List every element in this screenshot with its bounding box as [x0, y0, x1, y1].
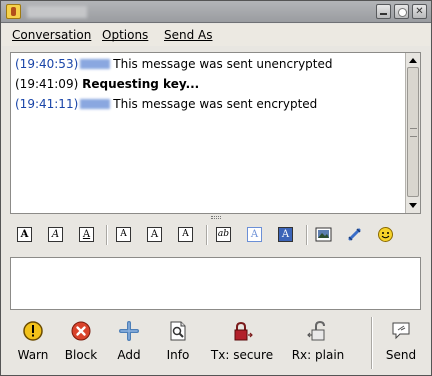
send-button[interactable]: Send: [383, 313, 419, 373]
info-button[interactable]: Info: [161, 313, 195, 373]
block-icon: [70, 320, 92, 342]
toolbar-separator: [306, 225, 308, 245]
log-line: (19:40:53) This message was sent unencryp…: [15, 57, 333, 71]
font-face-button[interactable]: ab: [216, 227, 231, 242]
close-button[interactable]: ✕: [412, 4, 427, 19]
larger-font-button[interactable]: A: [116, 227, 131, 242]
smaller-font-button[interactable]: A: [178, 227, 193, 242]
timestamp: (19:40:53): [15, 57, 79, 71]
conversation-window: ✕ Conversation Options Send As (19:40:53…: [0, 0, 432, 376]
message-input[interactable]: [10, 257, 421, 310]
add-icon: [118, 320, 140, 342]
scroll-up-icon[interactable]: [409, 58, 417, 63]
block-button[interactable]: Block: [60, 313, 102, 373]
bold-button[interactable]: A: [17, 227, 32, 242]
add-label: Add: [117, 348, 141, 362]
formatting-toolbar: A A A A A A ab A A: [10, 222, 421, 248]
smiley-icon[interactable]: [377, 226, 394, 243]
scroll-down-icon[interactable]: [409, 203, 417, 208]
send-icon: [390, 320, 412, 342]
block-label: Block: [64, 348, 98, 362]
message-text: This message was sent unencrypted: [113, 57, 333, 71]
timestamp: (19:41:09): [15, 77, 79, 91]
minimize-button[interactable]: [376, 4, 391, 19]
foreground-color-button[interactable]: A: [247, 227, 262, 242]
nickname-blurred: [80, 59, 111, 69]
toolbar-separator: [206, 225, 208, 245]
nickname-blurred: [80, 99, 111, 109]
maximize-button[interactable]: [394, 4, 409, 19]
log-line: (19:41:11) This message was sent encrypte…: [15, 97, 317, 111]
message-text: Requesting key...: [82, 77, 200, 91]
title-bar[interactable]: ✕: [1, 1, 431, 23]
timestamp: (19:41:11): [15, 97, 79, 111]
action-toolbar: Warn Block Add Info Tx: secure Rx: plain…: [2, 313, 430, 375]
scrollbar-thumb[interactable]: [407, 67, 419, 197]
toolbar-separator: [106, 225, 108, 245]
menu-options[interactable]: Options: [102, 28, 148, 42]
pane-splitter[interactable]: [211, 216, 221, 219]
insert-image-icon[interactable]: [315, 226, 332, 243]
menu-conversation[interactable]: Conversation: [12, 28, 91, 42]
info-icon: [167, 320, 189, 342]
rx-plain-button[interactable]: Rx: plain: [288, 313, 348, 373]
window-title-blurred: [27, 6, 87, 18]
add-button[interactable]: Add: [113, 313, 145, 373]
underline-button[interactable]: A: [79, 227, 94, 242]
lock-closed-icon: [231, 320, 253, 342]
info-label: Info: [166, 348, 190, 362]
background-color-button[interactable]: A: [278, 227, 293, 242]
lock-open-icon: [307, 320, 329, 342]
warning-icon: [22, 320, 44, 342]
warn-label: Warn: [17, 348, 49, 362]
app-icon: [6, 4, 21, 19]
tx-label: Tx: secure: [210, 348, 274, 362]
message-text: This message was sent encrypted: [113, 97, 318, 111]
send-label: Send: [385, 348, 417, 362]
italic-button[interactable]: A: [48, 227, 63, 242]
tx-secure-button[interactable]: Tx: secure: [209, 313, 275, 373]
warn-button[interactable]: Warn: [14, 313, 52, 373]
menu-send-as[interactable]: Send As: [164, 28, 213, 42]
toolbar-separator: [371, 317, 373, 369]
insert-link-icon[interactable]: [346, 226, 363, 243]
normal-font-button[interactable]: A: [147, 227, 162, 242]
menu-bar: Conversation Options Send As: [2, 24, 430, 46]
conversation-log[interactable]: (19:40:53) This message was sent unencryp…: [10, 52, 421, 214]
log-scrollbar[interactable]: [405, 53, 420, 213]
rx-label: Rx: plain: [291, 348, 345, 362]
log-line: (19:41:09) Requesting key...: [15, 77, 199, 91]
